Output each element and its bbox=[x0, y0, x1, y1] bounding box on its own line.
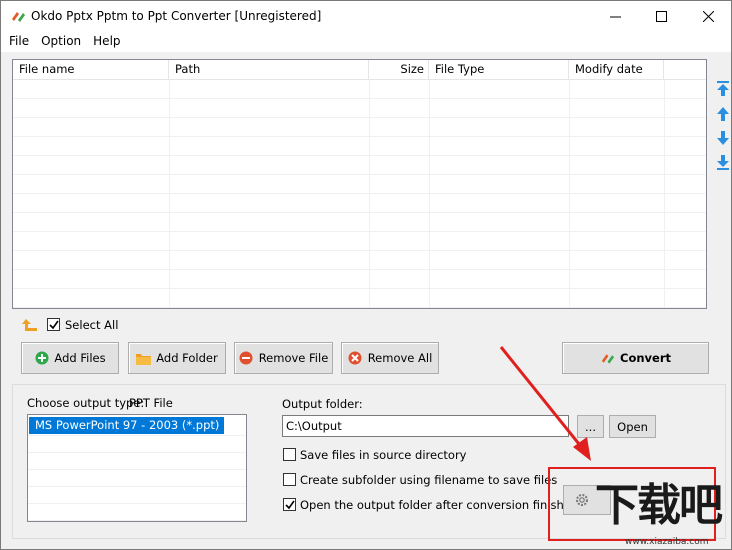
menu-file[interactable]: File bbox=[3, 31, 35, 52]
save-in-source-checkbox[interactable] bbox=[283, 448, 296, 461]
title-bar: Okdo Pptx Pptm to Ppt Converter [Unregis… bbox=[1, 1, 731, 31]
select-all-checkbox[interactable] bbox=[47, 318, 60, 331]
watermark-url: www.xiazaiba.com bbox=[625, 537, 709, 547]
convert-label: Convert bbox=[620, 351, 671, 365]
x-circle-icon bbox=[348, 351, 363, 366]
app-logo-icon bbox=[10, 9, 26, 23]
move-top-icon bbox=[717, 81, 729, 96]
save-in-source-label: Save files in source directory bbox=[300, 448, 467, 462]
add-folder-button[interactable]: Add Folder bbox=[128, 342, 226, 374]
select-all-label: Select All bbox=[65, 318, 119, 332]
table-row bbox=[13, 289, 706, 308]
output-type-name: PPT File bbox=[129, 396, 173, 410]
maximize-button[interactable] bbox=[638, 1, 684, 31]
table-row bbox=[13, 156, 706, 175]
table-row bbox=[13, 213, 706, 232]
remove-file-button[interactable]: Remove File bbox=[234, 342, 333, 374]
convert-icon bbox=[600, 351, 615, 366]
menu-bar: File Option Help bbox=[1, 31, 731, 52]
window-title: Okdo Pptx Pptm to Ppt Converter [Unregis… bbox=[31, 9, 322, 23]
remove-all-button[interactable]: Remove All bbox=[341, 342, 439, 374]
list-item-divider bbox=[28, 520, 246, 521]
remove-file-label: Remove File bbox=[258, 351, 329, 365]
folder-icon bbox=[136, 351, 152, 366]
add-files-label: Add Files bbox=[54, 351, 106, 365]
app-window: Okdo Pptx Pptm to Ppt Converter [Unregis… bbox=[0, 0, 732, 550]
table-row bbox=[13, 80, 706, 99]
up-folder-icon[interactable] bbox=[21, 317, 39, 333]
menu-help[interactable]: Help bbox=[87, 31, 126, 52]
open-output-folder-checkbox[interactable] bbox=[283, 498, 296, 511]
move-bottom-button[interactable] bbox=[715, 153, 731, 171]
minus-circle-icon bbox=[239, 351, 254, 366]
list-item-divider bbox=[28, 486, 246, 487]
list-item-divider bbox=[28, 435, 246, 436]
table-row bbox=[13, 137, 706, 156]
output-folder-label: Output folder: bbox=[282, 397, 363, 411]
table-row bbox=[13, 175, 706, 194]
menu-option[interactable]: Option bbox=[35, 31, 87, 52]
annotation-arrow-icon bbox=[499, 346, 591, 461]
move-down-button[interactable] bbox=[715, 129, 731, 147]
add-folder-label: Add Folder bbox=[156, 351, 218, 365]
table-row bbox=[13, 99, 706, 118]
checkmark-icon bbox=[284, 500, 295, 509]
list-item-divider bbox=[28, 469, 246, 470]
column-path[interactable]: Path bbox=[169, 60, 369, 80]
column-size[interactable]: Size bbox=[369, 60, 429, 80]
maximize-icon bbox=[655, 10, 667, 22]
output-type-list[interactable]: MS PowerPoint 97 - 2003 (*.ppt) bbox=[27, 414, 247, 522]
arrow-down-icon bbox=[717, 131, 729, 145]
close-icon bbox=[702, 10, 714, 22]
table-row bbox=[13, 251, 706, 270]
table-row bbox=[13, 194, 706, 213]
create-subfolder-label: Create subfolder using filename to save … bbox=[300, 473, 558, 487]
create-subfolder-checkbox[interactable] bbox=[283, 473, 296, 486]
list-item-divider bbox=[28, 452, 246, 453]
watermark: 下载吧 www.xiazaiba.com bbox=[595, 481, 732, 550]
file-list-table[interactable]: File name Path Size File Type Modify dat… bbox=[12, 59, 707, 309]
open-output-folder-label: Open the output folder after conversion … bbox=[300, 498, 579, 512]
table-header: File name Path Size File Type Modify dat… bbox=[13, 60, 706, 80]
column-modify-date[interactable]: Modify date bbox=[569, 60, 664, 80]
open-folder-button[interactable]: Open bbox=[609, 415, 656, 438]
table-row bbox=[13, 270, 706, 289]
minimize-icon bbox=[609, 16, 621, 17]
arrow-up-icon bbox=[717, 107, 729, 121]
column-file-type[interactable]: File Type bbox=[429, 60, 569, 80]
add-files-button[interactable]: Add Files bbox=[21, 342, 119, 374]
minimize-button[interactable] bbox=[592, 1, 638, 31]
column-file-name[interactable]: File name bbox=[13, 60, 169, 80]
close-button[interactable] bbox=[685, 1, 731, 31]
table-row bbox=[13, 232, 706, 251]
move-bottom-icon bbox=[717, 155, 729, 170]
checkmark-icon bbox=[48, 320, 59, 329]
watermark-logo: 下载吧 bbox=[595, 480, 723, 531]
plus-circle-icon bbox=[34, 351, 49, 366]
list-item-divider bbox=[28, 503, 246, 504]
table-row bbox=[13, 118, 706, 137]
move-up-button[interactable] bbox=[715, 105, 731, 123]
choose-output-type-label: Choose output type: bbox=[27, 396, 145, 410]
output-type-item[interactable]: MS PowerPoint 97 - 2003 (*.ppt) bbox=[29, 417, 224, 434]
move-top-button[interactable] bbox=[715, 80, 731, 98]
remove-all-label: Remove All bbox=[367, 351, 433, 365]
